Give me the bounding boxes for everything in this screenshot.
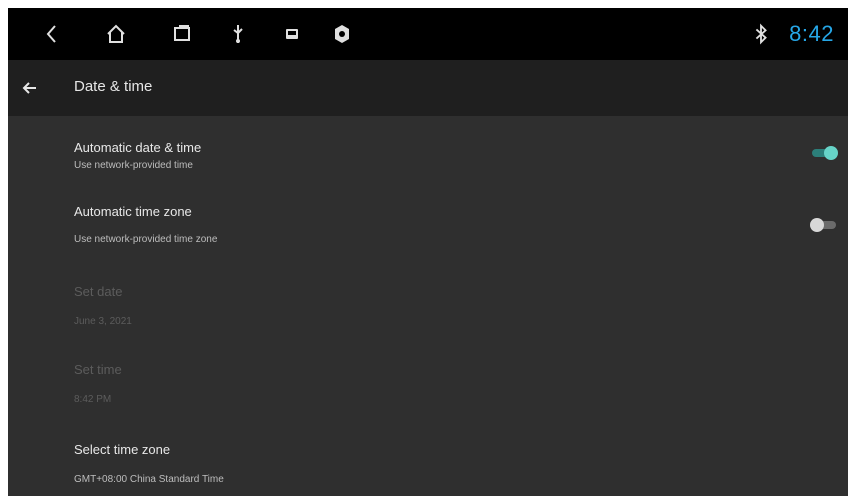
android-screen: 8:42 Date & time Automatic date & time U… (8, 8, 848, 496)
settings-notification-icon (330, 22, 354, 46)
set-time-title: Set time (74, 362, 122, 377)
set-date-title: Set date (74, 284, 123, 299)
select-timezone-row[interactable]: Select time zone GMT+08:00 China Standar… (8, 434, 848, 494)
auto-timezone-row[interactable]: Automatic time zone Use network-provided… (8, 192, 848, 252)
select-timezone-value: GMT+08:00 China Standard Time (74, 474, 224, 485)
auto-datetime-row[interactable]: Automatic date & time Use network-provid… (8, 128, 848, 180)
set-date-row: Set date June 3, 2021 (8, 274, 848, 334)
clock: 8:42 (789, 21, 834, 46)
auto-timezone-toggle[interactable] (810, 216, 840, 234)
auto-datetime-toggle[interactable] (810, 144, 840, 162)
auto-datetime-subtitle: Use network-provided time (74, 160, 193, 171)
set-date-value: June 3, 2021 (74, 316, 132, 327)
status-bar: 8:42 (8, 8, 848, 60)
toggle-thumb (810, 218, 824, 232)
auto-datetime-title: Automatic date & time (74, 140, 202, 155)
recents-icon[interactable] (170, 22, 194, 46)
page-title: Date & time (74, 78, 153, 95)
home-icon[interactable] (104, 22, 128, 46)
auto-timezone-title: Automatic time zone (74, 204, 192, 219)
set-time-value: 8:42 PM (74, 394, 112, 405)
back-nav-icon[interactable] (40, 22, 64, 46)
image-icon (280, 22, 304, 46)
bluetooth-icon (750, 23, 772, 45)
auto-timezone-subtitle: Use network-provided time zone (74, 234, 218, 245)
set-time-row: Set time 8:42 PM (8, 354, 848, 414)
select-timezone-title: Select time zone (74, 442, 171, 457)
usb-icon (226, 22, 250, 46)
arrow-left-icon[interactable] (20, 78, 40, 98)
app-bar: Date & time (8, 60, 848, 116)
toggle-thumb (824, 146, 838, 160)
